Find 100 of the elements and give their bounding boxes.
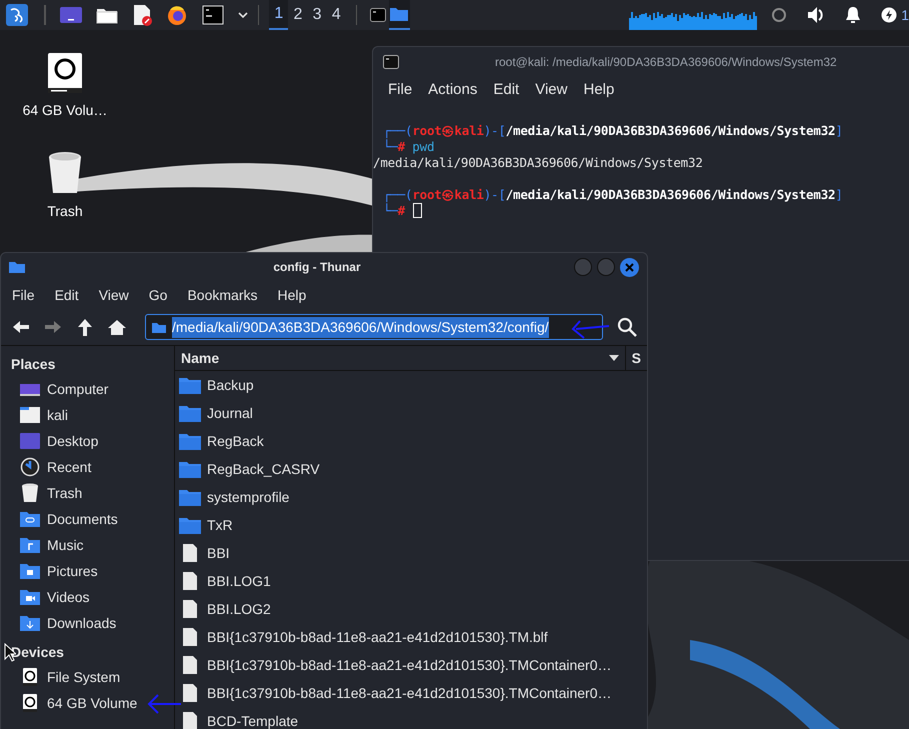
prompt-text: root㉿kali <box>412 187 484 203</box>
prompt-text: # <box>398 203 405 219</box>
music-folder-icon <box>19 535 41 555</box>
menu-item[interactable]: Help <box>583 78 614 102</box>
workspace-tab[interactable]: 1 <box>269 0 288 30</box>
video-folder-icon <box>19 587 41 607</box>
launcher-button[interactable] <box>132 2 152 28</box>
home-icon <box>107 318 127 336</box>
prompt-text: ] <box>835 187 843 203</box>
file-row[interactable]: BBI <box>175 539 647 567</box>
sidebar-item[interactable]: Trash <box>11 480 174 506</box>
sidebar-item[interactable]: Recent <box>11 454 174 480</box>
window-title: root@kali: /media/kali/90DA36B3DA369606/Windows/System32 <box>495 54 837 71</box>
file-row[interactable]: RegBack_CASRV <box>175 455 647 483</box>
file-row[interactable]: BBI{1c37910b-b8ad-11e8-aa21-e41d2d101530}.TMContainer0… <box>175 651 647 679</box>
sidebar-item[interactable]: Documents <box>11 506 174 532</box>
menu-item[interactable]: File <box>388 78 412 102</box>
folder-icon <box>390 7 408 21</box>
menu-item[interactable]: Edit <box>493 78 520 102</box>
section-heading: Devices <box>11 642 65 662</box>
search-icon <box>617 317 637 337</box>
file-row[interactable]: BBI{1c37910b-b8ad-11e8-aa21-e41d2d101530}.TMContainer0… <box>175 679 647 707</box>
prompt-text: ┌──( <box>383 123 412 139</box>
menu-item[interactable]: View <box>98 284 129 306</box>
prompt-text: /media/kali/90DA36B3DA369606/Windows/System32 <box>506 187 836 203</box>
sidebar-item[interactable]: File System <box>11 664 174 690</box>
menu-item[interactable]: View <box>535 78 568 102</box>
folder-icon <box>179 516 201 534</box>
arrow-drawing <box>570 318 610 340</box>
sidebar-item[interactable]: Music <box>11 532 174 558</box>
file-row[interactable]: RegBack <box>175 427 647 455</box>
file-row[interactable]: BBI.LOG1 <box>175 567 647 595</box>
column-header[interactable]: Name <box>175 346 626 370</box>
column-header[interactable]: S <box>626 346 647 370</box>
toolbar-button[interactable] <box>11 318 31 336</box>
menu-item[interactable]: Go <box>148 284 168 306</box>
terminal-icon <box>202 5 224 25</box>
prompt-text: ] <box>835 123 843 139</box>
tray-button[interactable] <box>845 6 862 24</box>
close-icon <box>625 262 634 272</box>
menu-item[interactable]: Bookmarks <box>187 284 258 306</box>
file-row[interactable]: BBI.LOG2 <box>175 595 647 623</box>
prompt-text: )-[ <box>484 123 506 139</box>
window-title: config - Thunar <box>272 259 362 276</box>
location-field[interactable]: /media/kali/90DA36B3DA369606/Windows/System32/config/ <box>145 314 603 340</box>
folder-icon <box>96 6 118 24</box>
desktop-icon <box>60 6 82 24</box>
workspace-tab[interactable]: 3 <box>308 0 327 30</box>
launcher-button[interactable] <box>4 2 30 28</box>
speaker-icon <box>807 6 826 24</box>
image-folder-icon <box>19 561 41 581</box>
task-button[interactable] <box>388 0 410 30</box>
toolbar-button[interactable] <box>75 318 95 336</box>
sidebar-item[interactable]: Downloads <box>11 610 174 636</box>
folder-icon <box>19 509 41 529</box>
file-row[interactable]: Journal <box>175 399 647 427</box>
file-row[interactable]: TxR <box>175 511 647 539</box>
folder-icon <box>19 405 41 425</box>
file-row[interactable]: systemprofile <box>175 483 647 511</box>
folder-icon <box>179 432 201 450</box>
sidebar-item[interactable]: 64 GB Volume <box>11 690 174 716</box>
menu-item[interactable]: Edit <box>54 284 79 306</box>
tray-button[interactable] <box>881 7 898 23</box>
tray-button[interactable] <box>807 6 826 24</box>
sidebar-item[interactable]: Videos <box>11 584 174 610</box>
search-button[interactable] <box>617 317 637 337</box>
file-row[interactable]: Backup <box>175 371 647 399</box>
terminal-icon <box>383 55 399 69</box>
trash-icon[interactable] <box>48 151 82 195</box>
caret-icon <box>238 11 248 19</box>
sidebar-item[interactable]: Computer <box>11 376 174 402</box>
prompt-text: # <box>398 139 405 155</box>
desktop-icon-label[interactable]: Trash <box>47 201 83 222</box>
workspace-tab[interactable]: 4 <box>326 0 346 30</box>
sidebar-item[interactable]: Pictures <box>11 558 174 584</box>
desktop-icon-label[interactable]: 64 GB Volu… <box>22 100 108 121</box>
section-heading: Places <box>11 354 56 374</box>
folder-icon <box>179 404 201 422</box>
folder-icon <box>152 322 166 332</box>
sidebar-item[interactable]: Desktop <box>11 428 174 454</box>
terminal-icon <box>370 8 386 22</box>
drive-icon[interactable] <box>47 52 83 94</box>
bell-icon <box>845 6 862 24</box>
file-row[interactable]: BCD-Template <box>175 707 647 729</box>
close-button[interactable] <box>620 258 639 276</box>
desktop-icon <box>19 431 41 451</box>
sidebar-item[interactable]: kali <box>11 402 174 428</box>
prompt-text: pwd <box>411 139 434 155</box>
lightning-icon <box>881 7 898 23</box>
workspace-tab[interactable]: 2 <box>288 0 308 30</box>
folder-icon <box>179 460 201 478</box>
prompt-text: ┌──( <box>383 187 412 203</box>
menu-item[interactable]: Actions <box>428 78 478 102</box>
menu-item[interactable]: Help <box>278 284 306 306</box>
toolbar-button[interactable] <box>107 318 127 336</box>
menu-item[interactable]: File <box>12 284 35 306</box>
folder-icon <box>9 261 25 273</box>
file-row[interactable]: BBI{1c37910b-b8ad-11e8-aa21-e41d2d101530}.TM.blf <box>175 623 647 651</box>
clock-text: 1 <box>901 6 909 24</box>
globe-icon <box>166 4 188 26</box>
